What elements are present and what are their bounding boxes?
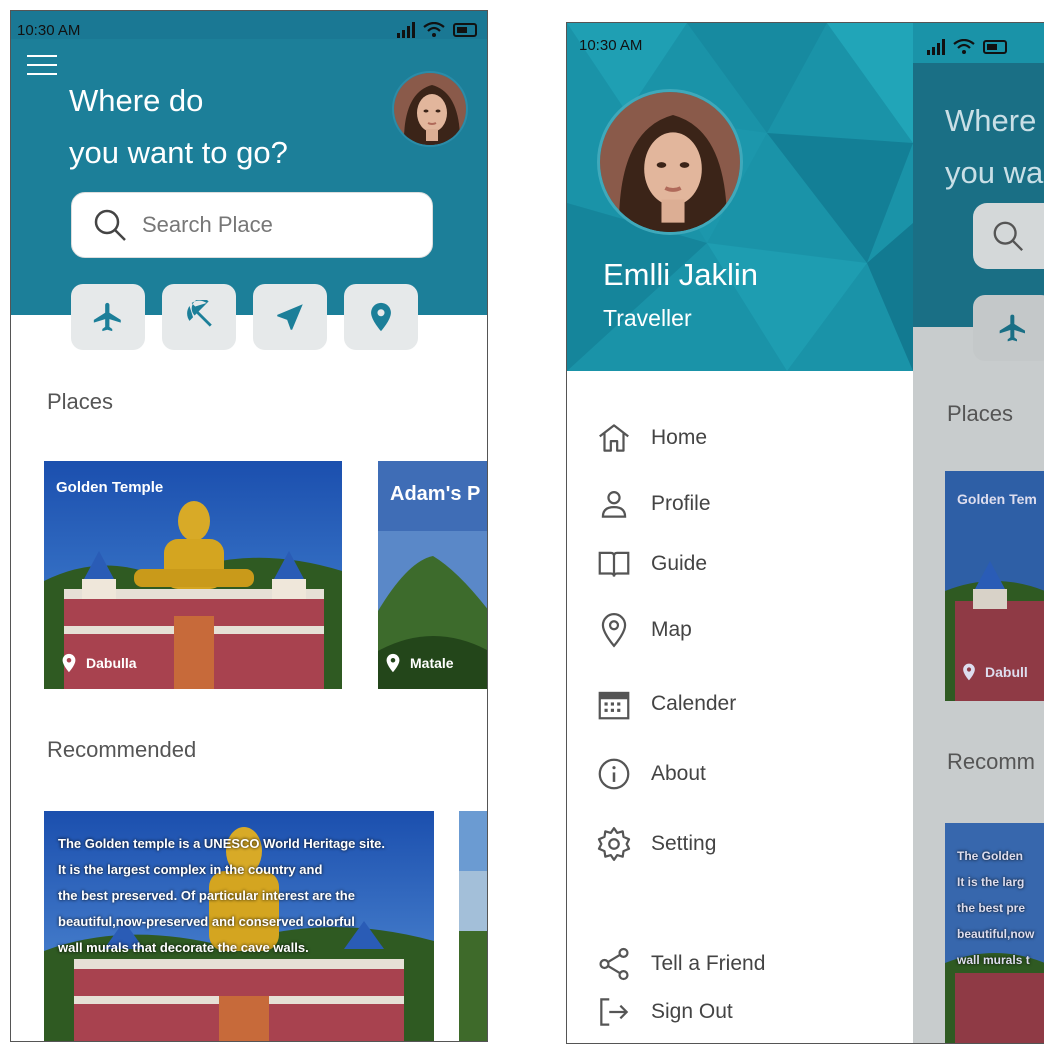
wifi-icon: [953, 39, 975, 54]
search-bar[interactable]: [71, 192, 433, 258]
background-places-heading: Places: [947, 401, 1014, 426]
status-time: 10:30 AM: [579, 37, 643, 54]
background-recommended-text: The Golden It is the larg the best pre b…: [957, 849, 1035, 967]
location-pin-icon: [386, 653, 400, 673]
menu-item-tell-a-friend[interactable]: Tell a Friend: [595, 945, 765, 983]
background-category-button: [973, 295, 1044, 361]
status-time: 10:30 AM: [17, 22, 81, 39]
menu-item-map[interactable]: Map: [595, 611, 692, 649]
airplane-icon: [999, 314, 1025, 342]
menu-item-home[interactable]: Home: [595, 419, 707, 457]
places-heading: Places: [47, 389, 114, 414]
gear-icon: [597, 827, 631, 861]
calendar-icon: [598, 691, 630, 720]
category-navigate-button[interactable]: [253, 284, 327, 350]
drawer-screen: Where you wa Places Golden Tem Dabull Re…: [566, 22, 1044, 1044]
recommended-card[interactable]: [459, 811, 487, 1041]
background-headline: Where you wa: [945, 95, 1043, 199]
menu-item-label: Tell a Friend: [651, 952, 766, 975]
menu-item-label: Guide: [651, 552, 708, 575]
menu-item-profile[interactable]: Profile: [595, 485, 711, 523]
background-recommended-heading: Recomm: [947, 749, 1036, 774]
place-name: Golden Temple: [56, 479, 164, 496]
location-pin-icon: [963, 663, 975, 681]
background-recommended-card: The Golden It is the larg the best pre b…: [945, 823, 1044, 1043]
status-icons: [397, 22, 477, 38]
map-pin-icon: [601, 613, 627, 648]
background-headline-line-2: you wa: [945, 155, 1044, 190]
menu-item-about[interactable]: About: [595, 755, 706, 793]
category-location-button[interactable]: [344, 284, 418, 350]
place-card[interactable]: Adam's P Matale: [378, 461, 487, 689]
location-pin-icon: [371, 302, 391, 332]
place-location-text: Matale: [410, 655, 454, 671]
menu-item-label: Calender: [651, 692, 737, 715]
sign-out-icon: [600, 998, 629, 1026]
battery-icon: [983, 40, 1007, 54]
menu-item-sign-out[interactable]: Sign Out: [595, 993, 733, 1031]
status-bar: 10:30 AM: [11, 11, 487, 39]
airplane-icon: [93, 302, 121, 332]
user-name: Emlli Jaklin: [603, 257, 759, 292]
signal-icon: [397, 22, 415, 38]
search-icon: [94, 209, 126, 241]
menu-item-calender[interactable]: Calender: [595, 685, 736, 723]
menu-item-label: Sign Out: [651, 1000, 733, 1023]
menu-icon[interactable]: [27, 55, 57, 75]
menu-item-setting[interactable]: Setting: [595, 825, 716, 863]
category-beach-button[interactable]: [162, 284, 236, 350]
menu-item-label: About: [651, 762, 706, 785]
share-icon: [599, 947, 629, 981]
navigation-icon: [277, 304, 303, 330]
wifi-icon: [423, 22, 445, 37]
background-content[interactable]: Where you wa Places Golden Tem Dabull Re…: [913, 23, 1044, 1043]
menu-item-guide[interactable]: Guide: [595, 545, 707, 583]
recommended-image: [459, 811, 487, 1041]
home-icon: [599, 424, 629, 452]
category-flights-button[interactable]: [71, 284, 145, 350]
user-role: Traveller: [603, 305, 692, 331]
background-place-name: Golden Tem: [957, 491, 1037, 507]
headline-line-2: you want to go?: [69, 135, 288, 170]
place-location-text: Dabulla: [86, 655, 137, 671]
user-icon: [601, 491, 627, 518]
recommended-heading: Recommended: [47, 737, 197, 762]
menu-item-label: Map: [651, 618, 692, 641]
background-status-bar: [913, 23, 1044, 63]
place-name: Adam's P: [390, 483, 481, 505]
background-place-card: Golden Tem Dabull: [945, 471, 1044, 701]
background-search-bar: [973, 203, 1044, 269]
search-icon: [993, 221, 1024, 252]
menu-item-label: Setting: [651, 832, 717, 855]
battery-icon: [453, 23, 477, 37]
location-pin-icon: [62, 653, 76, 673]
place-card[interactable]: Golden Temple Dabulla: [44, 461, 342, 689]
place-location: Dabulla: [58, 651, 137, 675]
background-place-location: Dabull: [959, 661, 1028, 683]
recommended-card[interactable]: The Golden temple is a UNESCO World Heri…: [44, 811, 434, 1041]
menu-item-label: Home: [651, 426, 708, 449]
navigation-drawer: 10:30 AM Emlli Jaklin Traveller Home Pro…: [567, 23, 913, 1043]
place-location: Matale: [382, 651, 454, 675]
page-title: Where do you want to go?: [69, 75, 369, 179]
headline-line-1: Where do: [69, 83, 204, 118]
search-input[interactable]: [142, 212, 392, 238]
umbrella-icon: [187, 300, 212, 327]
background-place-location-text: Dabull: [985, 664, 1028, 680]
signal-icon: [927, 39, 945, 55]
background-headline-line-1: Where: [945, 103, 1037, 138]
recommended-description: The Golden temple is a UNESCO World Heri…: [58, 836, 385, 955]
book-icon: [598, 551, 630, 577]
info-icon: [598, 758, 630, 790]
menu-item-label: Profile: [651, 492, 711, 515]
avatar[interactable]: [392, 71, 468, 147]
profile-avatar[interactable]: [597, 89, 743, 235]
drawer-header: 10:30 AM Emlli Jaklin Traveller: [567, 23, 913, 371]
home-screen: 10:30 AM Where do you want to go? Search…: [10, 10, 488, 1042]
